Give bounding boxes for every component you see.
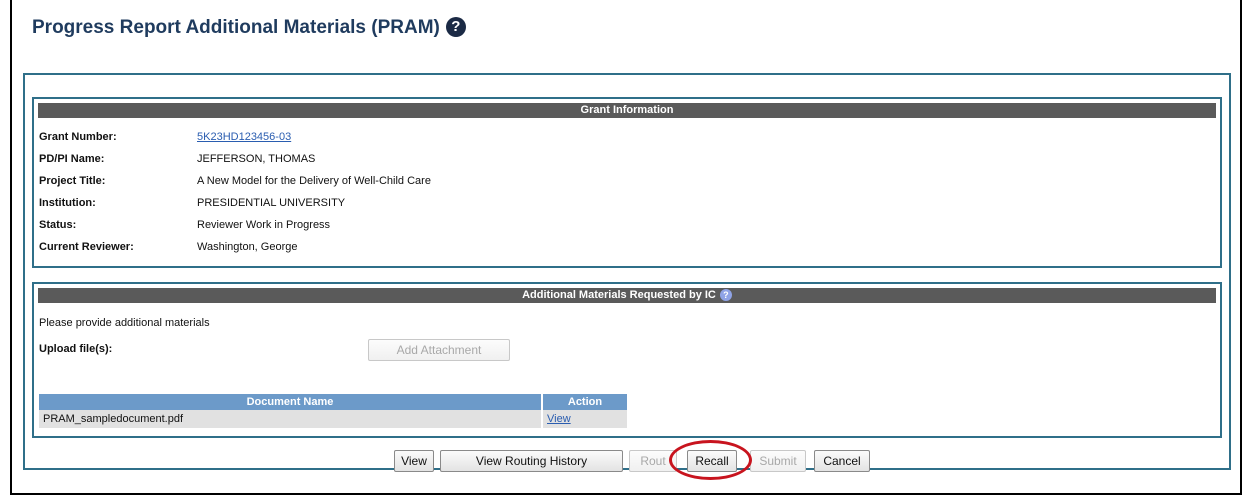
institution-value: PRESIDENTIAL UNIVERSITY [197,197,346,209]
grant-information-header: Grant Information [38,103,1216,118]
upload-files-label: Upload file(s): [39,343,113,355]
submit-button[interactable]: Submit [750,450,806,472]
additional-materials-header-text: Additional Materials Requested by IC [522,289,716,301]
documents-table: Document Name Action PRAM_sampledocument… [39,394,629,428]
question-circle-icon[interactable]: ? [445,17,466,37]
grant-number-label: Grant Number: [39,131,117,143]
cancel-button[interactable]: Cancel [814,450,870,472]
table-row: PRAM_sampledocument.pdf View [39,410,629,428]
current-reviewer-value: Washington, George [197,241,298,253]
project-title-label: Project Title: [39,175,106,187]
status-label: Status: [39,219,77,231]
table-header-row: Document Name Action [39,394,629,410]
view-button[interactable]: View [394,450,434,472]
additional-materials-section: Additional Materials Requested by IC? Pl… [32,282,1222,438]
project-title-value: A New Model for the Delivery of Well-Chi… [197,175,431,187]
recall-button[interactable]: Recall [687,450,737,472]
status-value: Reviewer Work in Progress [197,219,331,231]
pdpi-name-label: PD/PI Name: [39,153,105,165]
grant-information-section: Grant Information Grant Number: 5K23HD12… [32,97,1222,268]
column-header-action: Action [542,394,629,410]
view-document-link[interactable]: View [547,413,571,425]
grant-number-link[interactable]: 5K23HD123456-03 [197,129,291,145]
pdpi-name-value: JEFFERSON, THOMAS [197,153,316,165]
institution-label: Institution: [39,197,96,209]
document-name-cell: PRAM_sampledocument.pdf [39,410,543,428]
page-title: Progress Report Additional Materials (PR… [32,17,466,39]
action-cell: View [542,410,629,428]
question-circle-icon[interactable]: ? [719,289,732,302]
current-reviewer-label: Current Reviewer: [39,241,134,253]
column-header-document-name: Document Name [39,394,543,410]
route-button[interactable]: Rout [629,450,677,472]
instructions-text: Please provide additional materials [39,317,210,329]
add-attachment-button[interactable]: Add Attachment [368,339,510,361]
page-title-text: Progress Report Additional Materials (PR… [32,17,440,38]
additional-materials-header: Additional Materials Requested by IC? [38,288,1216,303]
view-routing-history-button[interactable]: View Routing History [440,450,623,472]
